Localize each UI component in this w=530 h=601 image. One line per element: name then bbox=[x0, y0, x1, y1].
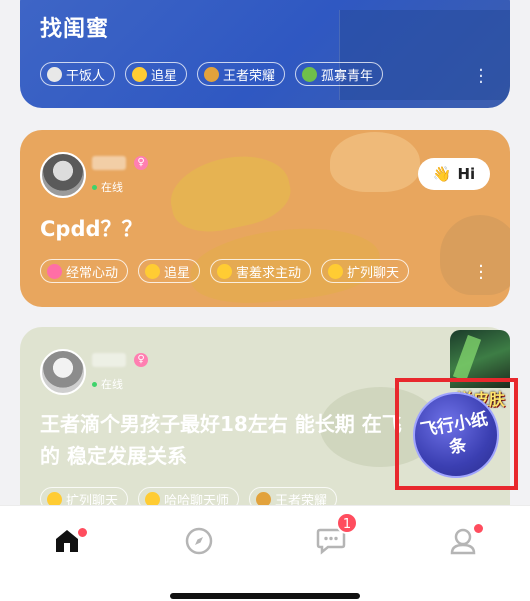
home-indicator bbox=[170, 593, 360, 599]
nav-home[interactable] bbox=[50, 524, 89, 558]
game-emblem-icon bbox=[204, 66, 220, 82]
star-eyes-emoji-icon bbox=[132, 66, 148, 82]
nav-profile[interactable] bbox=[446, 522, 485, 558]
post-card-find-bestie[interactable]: 找闺蜜 干饭人 追星 王者荣耀 孤寡青年 · · · bbox=[20, 0, 510, 108]
unread-count-badge: 1 bbox=[336, 512, 358, 534]
tag-chip[interactable]: 王者荣耀 bbox=[197, 62, 286, 86]
nav-messages[interactable]: 1 bbox=[314, 512, 358, 558]
female-gender-icon: ♀ bbox=[134, 353, 148, 367]
avatar[interactable] bbox=[40, 349, 86, 395]
notification-dot bbox=[472, 522, 485, 535]
notification-dot bbox=[76, 526, 89, 539]
smile-emoji-icon bbox=[328, 263, 344, 279]
rice-bowl-icon bbox=[47, 66, 62, 82]
heart-icon bbox=[47, 263, 62, 279]
tag-label: 干饭人 bbox=[66, 68, 106, 84]
cat-illustration bbox=[164, 146, 296, 240]
tag-list: 经常心动 追星 害羞求主动 扩列聊天 bbox=[40, 259, 410, 283]
tag-label: 扩列聊天 bbox=[347, 265, 400, 281]
more-options-icon[interactable]: · · · bbox=[478, 258, 484, 288]
female-gender-icon: ♀ bbox=[134, 156, 148, 170]
floating-promo-widget[interactable]: 飞行小纸条 bbox=[395, 378, 518, 490]
tag-chip[interactable]: 扩列聊天 bbox=[321, 259, 410, 283]
waving-hand-icon: 👋 bbox=[432, 165, 452, 183]
tag-chip[interactable]: 害羞求主动 bbox=[210, 259, 312, 283]
tag-label: 孤寡青年 bbox=[321, 68, 374, 84]
frog-icon bbox=[302, 66, 318, 82]
tag-chip[interactable]: 经常心动 bbox=[40, 259, 129, 283]
say-hi-label: Hi bbox=[457, 165, 476, 183]
cat-illustration bbox=[440, 215, 510, 295]
post-card[interactable]: ♀ 在线 👋 Hi Cpdd？？ 经常心动 追星 害羞求主动 扩列聊天 · · · bbox=[20, 130, 510, 307]
nav-discover[interactable] bbox=[182, 524, 216, 558]
avatar[interactable] bbox=[40, 152, 86, 198]
tag-label: 经常心动 bbox=[66, 265, 119, 281]
tag-list: 干饭人 追星 王者荣耀 孤寡青年 bbox=[40, 62, 384, 86]
tag-label: 追星 bbox=[164, 265, 191, 281]
tag-label: 王者荣耀 bbox=[223, 68, 276, 84]
online-status-label: 在线 bbox=[101, 181, 123, 194]
online-status-label: 在线 bbox=[101, 378, 123, 391]
tag-chip[interactable]: 干饭人 bbox=[40, 62, 116, 86]
compass-icon bbox=[185, 527, 213, 555]
username-blurred bbox=[92, 156, 126, 170]
cat-illustration bbox=[330, 132, 420, 192]
card-decoration bbox=[339, 10, 510, 100]
tag-chip[interactable]: 追星 bbox=[138, 259, 201, 283]
username-blurred bbox=[92, 353, 126, 367]
say-hi-button[interactable]: 👋 Hi bbox=[418, 158, 490, 190]
online-dot-icon bbox=[92, 184, 97, 190]
shy-emoji-icon bbox=[217, 263, 233, 279]
more-options-icon[interactable]: · · · bbox=[478, 62, 484, 92]
paper-plane-note-button[interactable]: 飞行小纸条 bbox=[413, 392, 499, 478]
card-title: 找闺蜜 bbox=[40, 17, 110, 42]
online-status: 在线 bbox=[92, 376, 123, 392]
tag-label: 追星 bbox=[151, 68, 178, 84]
tag-label: 害羞求主动 bbox=[236, 265, 302, 281]
online-dot-icon bbox=[92, 381, 97, 387]
promo-circle-label: 飞行小纸条 bbox=[418, 409, 490, 459]
star-eyes-emoji-icon bbox=[145, 263, 161, 279]
online-status: 在线 bbox=[92, 179, 123, 195]
tag-chip[interactable]: 孤寡青年 bbox=[295, 62, 384, 86]
post-text: 王者滴个男孩子最好18左右 能长期 在飞的 稳定发展关系 bbox=[40, 412, 402, 468]
post-text: Cpdd？？ bbox=[40, 217, 143, 241]
bottom-navigation: 1 bbox=[0, 505, 530, 601]
tag-chip[interactable]: 追星 bbox=[125, 62, 188, 86]
